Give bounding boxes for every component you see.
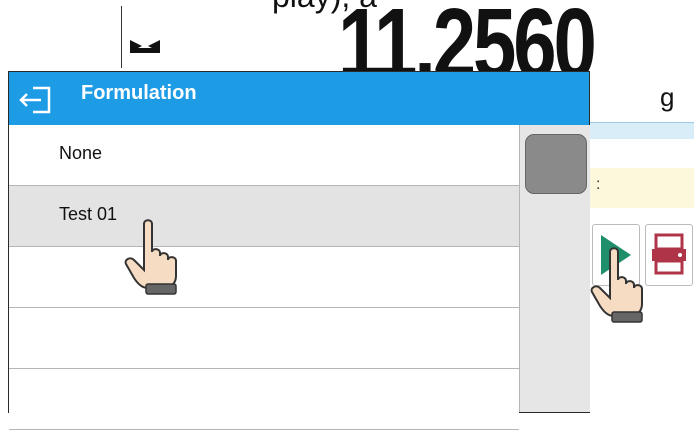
scrollbar-thumb[interactable] — [525, 134, 587, 194]
back-exit-icon[interactable] — [17, 84, 57, 116]
dialog-header: Formulation — [9, 72, 589, 125]
stable-marker-icon — [130, 40, 160, 53]
list-item-test-01[interactable]: Test 01 — [9, 186, 519, 247]
background-info-field-text: : — [596, 176, 601, 193]
pointing-hand-icon — [124, 219, 177, 295]
list-item-none[interactable]: None — [9, 125, 519, 186]
formulation-dialog: Formulation None Test 01 — [9, 72, 590, 430]
list-item-empty[interactable] — [9, 369, 519, 430]
printer-icon — [652, 233, 686, 275]
background-divider — [121, 6, 122, 68]
formulation-list: None Test 01 — [9, 125, 519, 430]
dialog-title: Formulation — [81, 82, 197, 104]
list-item-empty[interactable] — [9, 247, 519, 308]
list-item-label: None — [59, 143, 103, 163]
list-item-label: Test 01 — [59, 204, 118, 224]
print-button[interactable] — [645, 224, 693, 286]
list-item-empty[interactable] — [9, 308, 519, 369]
pointing-hand-icon — [590, 247, 643, 323]
weight-unit: g — [660, 82, 675, 112]
